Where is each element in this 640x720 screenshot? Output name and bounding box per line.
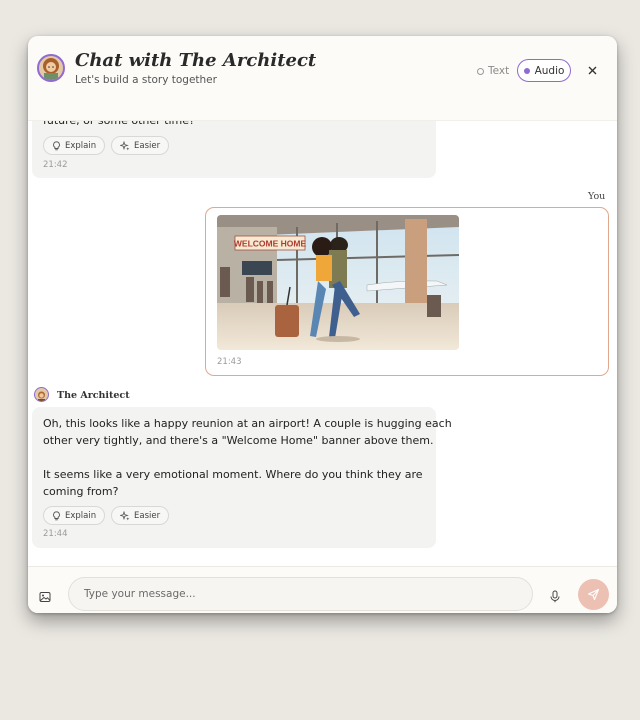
sender-you: You [588, 191, 606, 202]
send-icon [587, 588, 600, 601]
message-time: 21:42 [43, 160, 68, 170]
close-icon [588, 66, 596, 74]
explain-button[interactable]: Explain [43, 506, 106, 525]
explain-label: Explain [65, 510, 97, 521]
sparkle-icon [120, 140, 130, 150]
attached-photo[interactable]: WELCOME HOME [217, 215, 459, 350]
avatar [37, 54, 65, 82]
message-line-2: other very tightly, and there's a "Welco… [43, 434, 434, 447]
message-line-3: It seems like a very emotional moment. W… [43, 468, 423, 481]
chat-header: Chat with The Architect Let's build a st… [28, 36, 617, 121]
banner-text: WELCOME HOME [234, 239, 307, 249]
explain-button[interactable]: Explain [43, 136, 106, 155]
message-line-4: coming from? [43, 485, 119, 498]
message-time: 21:43 [217, 357, 242, 367]
radio-dot-icon [477, 67, 484, 75]
send-button[interactable] [578, 579, 609, 610]
mic-icon [550, 590, 560, 603]
easier-button[interactable]: Easier [111, 506, 170, 525]
message-time: 21:44 [43, 529, 68, 539]
assistant-message: Oh, this looks like a happy reunion at a… [32, 407, 452, 548]
easier-label: Easier [134, 140, 161, 151]
explain-label: Explain [65, 140, 97, 151]
easier-label: Easier [134, 510, 161, 521]
mode-text-label: Text [488, 65, 510, 77]
lightbulb-icon [53, 510, 60, 520]
message-line-1: Oh, this looks like a happy reunion at a… [43, 417, 452, 430]
assistant-avatar [34, 387, 49, 402]
user-message: WELCOME HOME 21:43 [205, 207, 609, 376]
chat-subtitle: Let's build a story together [75, 74, 217, 86]
sparkle-icon [120, 510, 130, 520]
mode-audio-toggle[interactable]: Audio [517, 59, 571, 82]
mode-text-toggle[interactable]: Text [477, 65, 509, 77]
chat-title: Chat with The Architect [75, 50, 317, 71]
image-icon [39, 592, 51, 602]
message-input[interactable] [68, 577, 533, 611]
attach-image-button[interactable] [39, 588, 51, 602]
lightbulb-icon [53, 140, 60, 150]
chat-window: future, or some other time? Explain Easi… [28, 36, 617, 613]
close-button[interactable] [584, 62, 600, 78]
microphone-button[interactable] [549, 588, 561, 603]
airport-reunion-illustration: WELCOME HOME [217, 215, 459, 350]
mode-audio-label: Audio [534, 64, 565, 77]
easier-button[interactable]: Easier [111, 136, 170, 155]
active-dot-icon [523, 67, 530, 74]
sender-architect: The Architect [57, 390, 130, 401]
composer [28, 566, 617, 613]
